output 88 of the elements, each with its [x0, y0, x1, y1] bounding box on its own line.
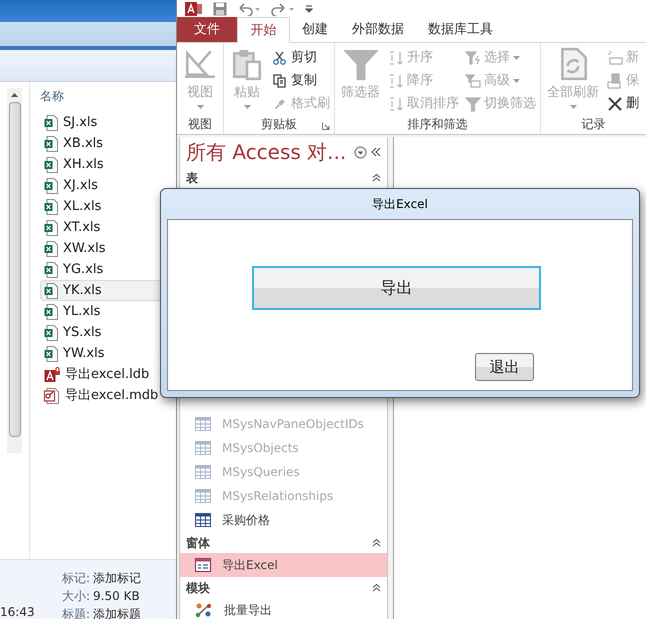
file-item[interactable]: YW.xls [40, 343, 176, 364]
table-icon [195, 417, 211, 431]
save-icon [607, 72, 623, 88]
group-header[interactable]: 表 [180, 167, 387, 188]
scrollbar[interactable] [7, 88, 22, 453]
sort-icon [388, 72, 404, 88]
exit-button[interactable]: 退出 [475, 353, 534, 381]
file-item[interactable]: YL.xls [40, 301, 176, 322]
spreadsheet-file-icon [44, 262, 58, 278]
spreadsheet-file-icon [44, 114, 58, 130]
group-header[interactable]: 窗体 [180, 532, 387, 553]
filter-form-icon [465, 72, 481, 88]
export-button[interactable]: 导出 [252, 266, 541, 310]
file-item[interactable]: YS.xls [40, 322, 176, 343]
save-icon[interactable] [213, 2, 227, 16]
file-item[interactable]: XW.xls [40, 238, 176, 259]
scissors-icon [272, 50, 288, 66]
spreadsheet-file-icon [44, 346, 58, 362]
navigation-item[interactable]: 采购价格 [180, 508, 387, 532]
scroll-up-icon[interactable] [11, 93, 18, 97]
file-item[interactable]: XH.xls [40, 154, 176, 175]
redo-icon[interactable] [271, 2, 295, 16]
access-logo-icon[interactable] [185, 0, 203, 18]
filter-lightning-icon [465, 50, 481, 66]
navigation-item[interactable]: 批量导出 [180, 598, 387, 619]
dialog-launcher-icon[interactable] [322, 122, 330, 130]
form-icon [195, 558, 211, 572]
table-icon [195, 513, 211, 527]
modified-time: 16:43 [0, 605, 36, 619]
spreadsheet-file-icon [44, 304, 58, 320]
ribbon-tab[interactable]: 数据库工具 [416, 17, 505, 42]
file-item[interactable]: SJ.xls [40, 112, 176, 133]
ribbon-tab[interactable]: 外部数据 [340, 17, 416, 42]
customize-toolbar-icon[interactable] [305, 5, 313, 13]
file-item[interactable]: XT.xls [40, 217, 176, 238]
funnel-icon [465, 96, 481, 112]
detail-value: 9.50 KB [93, 588, 140, 605]
dialog-title: 导出Excel [372, 196, 428, 213]
group-label: 剪贴板 [261, 116, 297, 133]
group-label: 记录 [582, 116, 606, 133]
spreadsheet-file-icon [44, 282, 58, 298]
file-tab[interactable]: 文件 [177, 17, 237, 42]
collapse-icon[interactable] [372, 173, 381, 182]
file-item[interactable]: XB.xls [40, 133, 176, 154]
database-file-icon [44, 388, 60, 404]
spreadsheet-file-icon [44, 220, 58, 236]
file-item[interactable]: 导出excel.ldb [40, 364, 176, 385]
table-icon [195, 441, 211, 455]
table-icon [195, 465, 211, 479]
clipboard-icon [230, 47, 264, 81]
delete-x-icon [607, 96, 623, 112]
file-item[interactable]: XJ.xls [40, 175, 176, 196]
sort-icon [388, 50, 404, 66]
detail-label: 大小: [62, 588, 90, 605]
group-label: 排序和筛选 [408, 116, 468, 133]
collapse-icon[interactable] [372, 583, 381, 592]
ribbon-tab[interactable]: 创建 [290, 17, 340, 42]
new-record-icon [607, 50, 623, 66]
file-item[interactable]: YG.xls [40, 259, 176, 280]
spreadsheet-file-icon [44, 198, 58, 214]
spreadsheet-file-icon [44, 136, 58, 152]
dropdown-circle-icon[interactable] [354, 146, 367, 158]
navigation-item[interactable]: 导出Excel [180, 553, 387, 577]
group-label: 视图 [188, 116, 212, 133]
copy-icon [272, 72, 288, 88]
funnel-icon [344, 47, 378, 81]
column-header[interactable]: 名称 [40, 88, 176, 112]
ribbon-button[interactable]: 删 [607, 93, 639, 114]
spreadsheet-file-icon [44, 156, 58, 172]
file-item[interactable]: 导出excel.mdb [40, 385, 176, 406]
spreadsheet-file-icon [44, 324, 58, 340]
collapse-icon[interactable] [372, 538, 381, 547]
collapse-pane-icon[interactable] [371, 147, 381, 157]
spreadsheet-file-icon [44, 240, 58, 256]
database-lock-file-icon [44, 366, 60, 382]
ribbon-button[interactable]: 复制 [272, 70, 330, 91]
navigation-pane-title: 所有 Access 对... [186, 139, 348, 166]
detail-value: 添加标记 [93, 570, 142, 587]
group-header[interactable]: 模块 [180, 577, 387, 598]
sort-icon [388, 96, 404, 112]
ribbon-button[interactable]: 剪切 [272, 47, 330, 68]
ribbon-tab[interactable]: 开始 [237, 17, 290, 43]
module-icon [195, 602, 213, 618]
spreadsheet-file-icon [44, 178, 58, 194]
detail-label: 标记: [62, 570, 90, 587]
undo-icon[interactable] [237, 2, 261, 16]
table-icon [195, 489, 211, 503]
file-item[interactable]: XL.xls [40, 196, 176, 217]
